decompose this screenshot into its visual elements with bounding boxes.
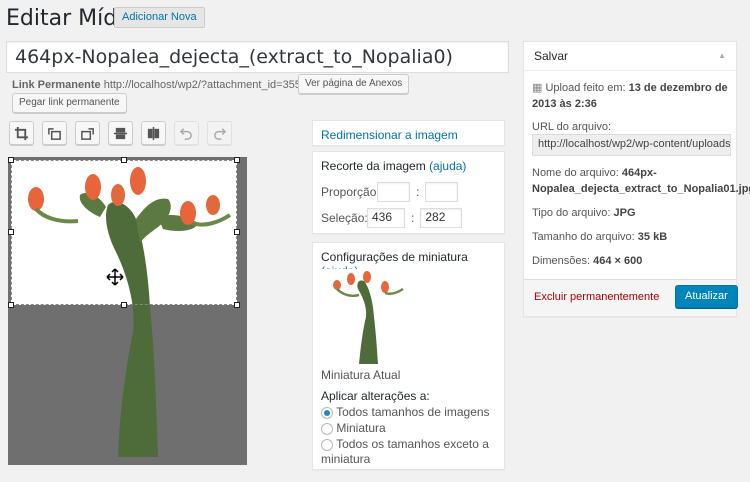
apply-option-all-radio[interactable] <box>321 406 333 419</box>
selection-width-input[interactable]: 436 <box>367 208 405 228</box>
crop-handle-se[interactable] <box>234 302 240 308</box>
file-size-value: 35 kB <box>637 231 668 243</box>
file-type: Tipo do arquivo: JPG <box>532 205 636 221</box>
file-size-label: Tamanho do arquivo: <box>532 231 635 243</box>
upload-date: ▦ Upload feito em: 13 de dezembro de 201… <box>532 80 732 112</box>
flip-horizontal-button[interactable] <box>141 121 166 145</box>
crop-handle-s[interactable] <box>121 302 127 308</box>
crop-panel-header: Recorte da imagem (ajuda) <box>321 159 496 173</box>
apply-option-all-label: Todos tamanhos de imagens <box>336 405 490 419</box>
apply-option-thumbnail-radio[interactable] <box>321 422 333 435</box>
permalink-url: http://localhost/wp2/?attachment_id=3552 <box>103 79 308 91</box>
file-type-label: Tipo do arquivo: <box>532 207 611 219</box>
calendar-icon: ▦ <box>532 82 543 94</box>
resize-panel[interactable]: Redimensionar a imagem <box>312 120 505 146</box>
dimensions-value: 464 × 600 <box>593 255 643 267</box>
rotate-left-icon <box>48 127 61 140</box>
image-crop-canvas[interactable] <box>8 157 247 465</box>
current-thumbnail-image <box>321 269 411 364</box>
crop-selection-border[interactable] <box>11 160 237 305</box>
dimensions-label: Dimensões: <box>532 255 591 267</box>
collapse-arrow-icon[interactable]: ▲ <box>718 51 726 60</box>
crop-handle-ne[interactable] <box>234 157 240 163</box>
file-name-label: Nome do arquivo: <box>532 167 619 179</box>
update-button[interactable]: Atualizar <box>675 285 738 308</box>
file-url-label: URL do arquivo: <box>532 121 612 133</box>
current-thumbnail-label: Miniatura Atual <box>321 368 401 382</box>
apply-option-except-thumbnail[interactable]: Todos os tamanhos exceto a miniatura <box>321 437 493 467</box>
crop-button[interactable] <box>9 121 34 145</box>
thumbnail-panel: Configurações de miniatura (ajuda) Minia… <box>312 242 505 470</box>
crop-panel-title: Recorte da imagem <box>321 159 426 173</box>
resize-panel-title[interactable]: Redimensionar a imagem <box>321 128 458 142</box>
crop-handle-e[interactable] <box>234 229 240 235</box>
redo-button[interactable] <box>207 121 232 145</box>
view-attachment-page-button[interactable]: Ver página de Anexos <box>298 74 410 94</box>
rotate-left-button[interactable] <box>42 121 67 145</box>
crop-handle-nw[interactable] <box>8 157 14 163</box>
flip-vertical-button[interactable] <box>108 121 133 145</box>
thumbnail-panel-title: Configurações de miniatura <box>321 250 468 264</box>
file-name: Nome do arquivo: 464px-Nopalea_dejecta_e… <box>532 165 750 197</box>
permalink-row: Link Permanente http://localhost/wp2/?at… <box>12 79 307 91</box>
dimensions: Dimensões: 464 × 600 <box>532 253 642 269</box>
selection-separator: : <box>411 211 415 225</box>
save-metabox-footer: Excluir permanentemente Atualizar <box>524 279 738 316</box>
get-permalink-button[interactable]: Pegar link permanente <box>12 93 127 113</box>
rotate-right-icon <box>81 127 94 140</box>
undo-button[interactable] <box>174 121 199 145</box>
crop-handle-w[interactable] <box>8 229 14 235</box>
apply-option-thumbnail-label: Miniatura <box>336 421 386 435</box>
apply-option-all[interactable]: Todos tamanhos de imagens <box>321 405 490 419</box>
selection-height-input[interactable]: 282 <box>420 208 463 228</box>
move-cursor-icon <box>106 268 124 286</box>
ratio-separator: : <box>416 185 420 199</box>
file-type-value: JPG <box>613 207 636 219</box>
apply-option-except-thumbnail-label: Todos os tamanhos exceto a miniatura <box>321 437 489 466</box>
selection-label: Seleção: <box>321 211 368 225</box>
save-metabox: Salvar ▲ ▦ Upload feito em: 13 de dezemb… <box>523 41 750 317</box>
crop-handle-sw[interactable] <box>8 302 14 308</box>
add-new-button[interactable]: Adicionar Nova <box>114 7 205 28</box>
flip-vertical-icon <box>113 127 128 139</box>
ratio-width-input[interactable] <box>377 182 410 202</box>
save-metabox-title: Salvar <box>534 49 569 63</box>
crop-help-link[interactable]: (ajuda) <box>429 159 466 173</box>
rotate-right-button[interactable] <box>75 121 100 145</box>
ratio-height-input[interactable] <box>425 182 459 202</box>
redo-icon <box>214 127 227 140</box>
apply-changes-label: Aplicar alterações a: <box>321 389 430 403</box>
file-size: Tamanho do arquivo: 35 kB <box>532 229 667 245</box>
delete-permanently-link[interactable]: Excluir permanentemente <box>534 291 659 303</box>
permalink-label: Link Permanente <box>12 79 101 91</box>
undo-icon <box>179 127 192 140</box>
crop-panel: Recorte da imagem (ajuda) Proporção: : S… <box>312 151 505 234</box>
ratio-label: Proporção: <box>321 185 380 199</box>
apply-option-except-thumbnail-radio[interactable] <box>321 438 333 451</box>
crop-icon <box>14 126 29 140</box>
apply-option-thumbnail[interactable]: Miniatura <box>321 421 386 435</box>
upload-date-label: Upload feito em: <box>545 82 626 94</box>
save-metabox-header[interactable]: Salvar ▲ <box>524 42 736 71</box>
attachment-title-input[interactable]: 464px-Nopalea_dejecta_(extract_to_Nopali… <box>6 41 509 73</box>
crop-handle-n[interactable] <box>121 157 127 163</box>
flip-horizontal-icon <box>147 126 160 140</box>
file-url-field[interactable]: http://localhost/wp2/wp-content/uploads/… <box>532 134 731 156</box>
